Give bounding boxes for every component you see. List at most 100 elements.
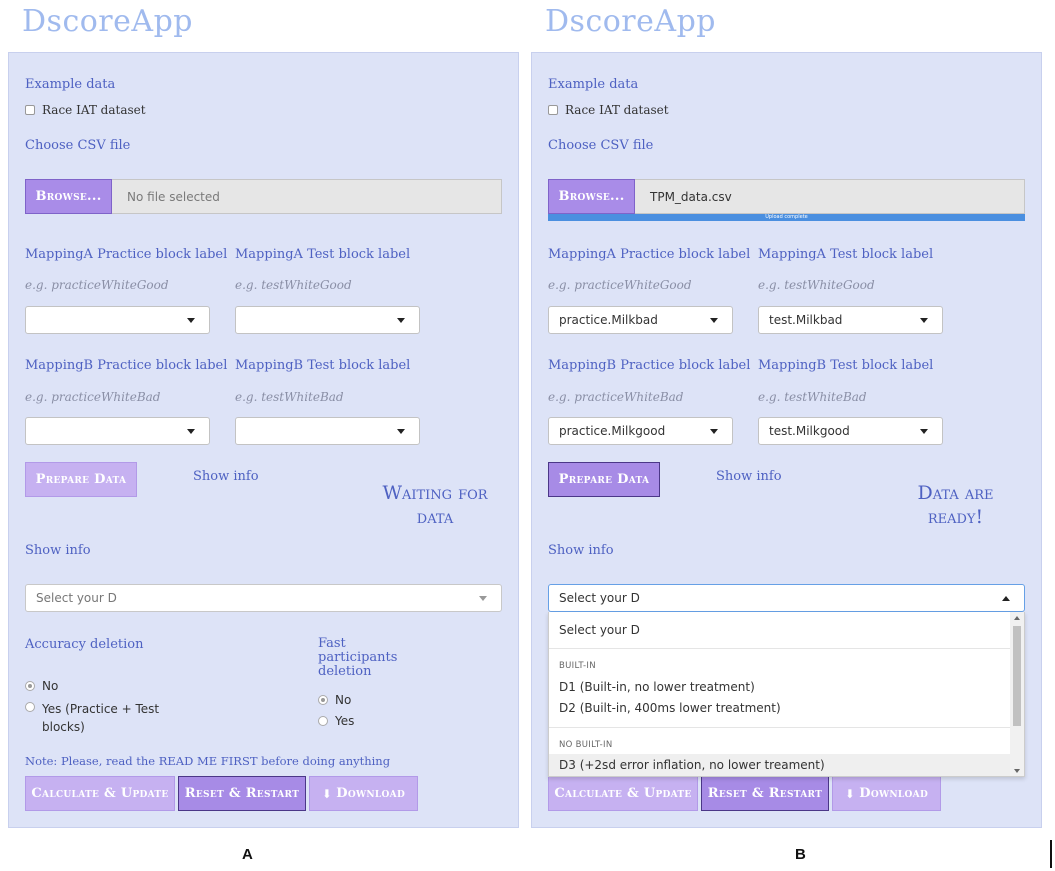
- mappingA-practice-label: MappingA Practice block label: [548, 247, 751, 262]
- scrollbar-thumb[interactable]: [1013, 626, 1021, 726]
- race-iat-checkbox[interactable]: Race IAT dataset: [25, 103, 146, 117]
- mappingB-practice-select[interactable]: [25, 417, 210, 445]
- fast-yes-label: Yes: [335, 714, 355, 728]
- dropdown-option-d1[interactable]: D1 (Built-in, no lower treatment): [559, 680, 755, 694]
- fast-no-radio[interactable]: No: [318, 693, 351, 707]
- select-value: test.Milkgood: [769, 424, 850, 438]
- accuracy-no-radio[interactable]: No: [25, 679, 58, 693]
- reset-restart-button[interactable]: Reset & Restart: [701, 776, 829, 811]
- choose-csv-label: Choose CSV file: [25, 138, 131, 153]
- file-input[interactable]: Browse... TPM_data.csv: [548, 179, 1025, 214]
- download-icon: ⬇: [844, 786, 856, 801]
- d-select[interactable]: Select your D: [25, 584, 502, 612]
- browse-button[interactable]: Browse...: [25, 179, 112, 214]
- mappingA-practice-hint: e.g. practiceWhiteGood: [548, 278, 692, 292]
- mappingA-practice-label: MappingA Practice block label: [25, 247, 228, 262]
- mappingB-test-select[interactable]: [235, 417, 420, 445]
- example-data-label: Example data: [548, 77, 639, 92]
- radio-selected-icon[interactable]: [25, 681, 35, 691]
- dropdown-scrollbar[interactable]: [1010, 612, 1024, 776]
- mappingA-practice-select[interactable]: practice.Milkbad: [548, 306, 733, 334]
- d-select[interactable]: Select your D: [548, 584, 1025, 612]
- example-data-label: Example data: [25, 77, 116, 92]
- status-line-1: Data are: [917, 482, 994, 504]
- radio-icon[interactable]: [318, 716, 328, 726]
- caret-down-icon: [479, 596, 487, 601]
- accuracy-yes-radio[interactable]: Yes (Practice + Test blocks): [25, 700, 165, 736]
- dropdown-divider: [549, 727, 1011, 728]
- show-info-link-2[interactable]: Show info: [548, 543, 614, 558]
- race-iat-label: Race IAT dataset: [565, 103, 669, 117]
- radio-selected-icon[interactable]: [318, 695, 328, 705]
- download-button[interactable]: ⬇ Download: [309, 776, 418, 811]
- dropdown-option-d3[interactable]: D3 (+2sd error inflation, no lower tream…: [559, 758, 825, 772]
- d-select-placeholder: Select your D: [36, 591, 117, 605]
- mappingA-test-select[interactable]: [235, 306, 420, 334]
- mappingB-test-hint: e.g. testWhiteBad: [235, 390, 344, 404]
- prepare-data-button[interactable]: Prepare Data: [25, 462, 137, 497]
- mappingB-practice-label: MappingB Practice block label: [548, 358, 751, 373]
- checkbox-icon[interactable]: [25, 105, 35, 115]
- dropdown-group-builtin: BUILT-IN: [559, 661, 596, 671]
- dropdown-divider: [549, 648, 1011, 649]
- dropdown-option-d2[interactable]: D2 (Built-in, 400ms lower treatment): [559, 701, 781, 715]
- fast-deletion-label: Fast participants deletion: [318, 636, 398, 679]
- mappingB-practice-select[interactable]: practice.Milkgood: [548, 417, 733, 445]
- accuracy-deletion-label: Accuracy deletion: [25, 637, 144, 652]
- mappingA-practice-hint: e.g. practiceWhiteGood: [25, 278, 169, 292]
- accuracy-yes-label: Yes (Practice + Test blocks): [42, 702, 160, 734]
- edge-divider: [1050, 840, 1052, 868]
- file-name-field: TPM_data.csv: [635, 179, 1025, 214]
- mappingB-test-label: MappingB Test block label: [235, 358, 411, 373]
- figure-label-a: A: [242, 846, 253, 863]
- mappingB-practice-label: MappingB Practice block label: [25, 358, 228, 373]
- caret-down-icon: [920, 429, 928, 434]
- d-select-dropdown[interactable]: Select your D BUILT-IN D1 (Built-in, no …: [548, 612, 1025, 777]
- mappingA-test-label: MappingA Test block label: [758, 247, 934, 262]
- download-label: Download: [336, 786, 406, 801]
- show-info-link-2[interactable]: Show info: [25, 543, 91, 558]
- calculate-update-button[interactable]: Calculate & Update: [548, 776, 698, 811]
- show-info-link-1[interactable]: Show info: [716, 469, 782, 484]
- select-value: test.Milkbad: [769, 313, 843, 327]
- browse-button[interactable]: Browse...: [548, 179, 635, 214]
- radio-icon[interactable]: [25, 702, 35, 712]
- d-select-value: Select your D: [559, 591, 640, 605]
- app-title-b: DscoreApp: [545, 4, 716, 39]
- mappingB-test-select[interactable]: test.Milkgood: [758, 417, 943, 445]
- show-info-link-1[interactable]: Show info: [193, 469, 259, 484]
- mappingA-test-label: MappingA Test block label: [235, 247, 411, 262]
- checkbox-icon[interactable]: [548, 105, 558, 115]
- file-input[interactable]: Browse... No file selected: [25, 179, 502, 214]
- calculate-update-button[interactable]: Calculate & Update: [25, 776, 175, 811]
- caret-down-icon: [397, 318, 405, 323]
- status-line-1: Waiting for: [382, 482, 488, 504]
- download-button[interactable]: ⬇ Download: [832, 776, 941, 811]
- mappingA-practice-select[interactable]: [25, 306, 210, 334]
- file-name-field: No file selected: [112, 179, 502, 214]
- fast-no-label: No: [335, 693, 352, 707]
- figure-label-b: B: [795, 846, 806, 863]
- mappingB-practice-hint: e.g. practiceWhiteBad: [548, 390, 684, 404]
- prepare-data-button[interactable]: Prepare Data: [548, 462, 660, 497]
- dropdown-group-nobuiltin: NO BUILT-IN: [559, 740, 613, 750]
- caret-up-icon: [1002, 596, 1010, 601]
- race-iat-checkbox[interactable]: Race IAT dataset: [548, 103, 669, 117]
- mappingB-practice-hint: e.g. practiceWhiteBad: [25, 390, 161, 404]
- upload-progress-bar: Upload complete: [548, 214, 1025, 221]
- status-message: Waiting for data: [355, 481, 515, 529]
- panel-a: Example data Race IAT dataset Choose CSV…: [8, 52, 519, 828]
- download-label: Download: [859, 786, 929, 801]
- caret-down-icon: [397, 429, 405, 434]
- fast-yes-radio[interactable]: Yes: [318, 714, 354, 728]
- mappingA-test-select[interactable]: test.Milkbad: [758, 306, 943, 334]
- select-value: practice.Milkbad: [559, 313, 658, 327]
- scroll-up-icon[interactable]: [1014, 616, 1020, 620]
- caret-down-icon: [920, 318, 928, 323]
- caret-down-icon: [710, 318, 718, 323]
- dropdown-option-placeholder[interactable]: Select your D: [559, 623, 640, 637]
- scroll-down-icon[interactable]: [1014, 769, 1020, 773]
- download-icon: ⬇: [321, 786, 333, 801]
- reset-restart-button[interactable]: Reset & Restart: [178, 776, 306, 811]
- app-title-a: DscoreApp: [22, 4, 193, 39]
